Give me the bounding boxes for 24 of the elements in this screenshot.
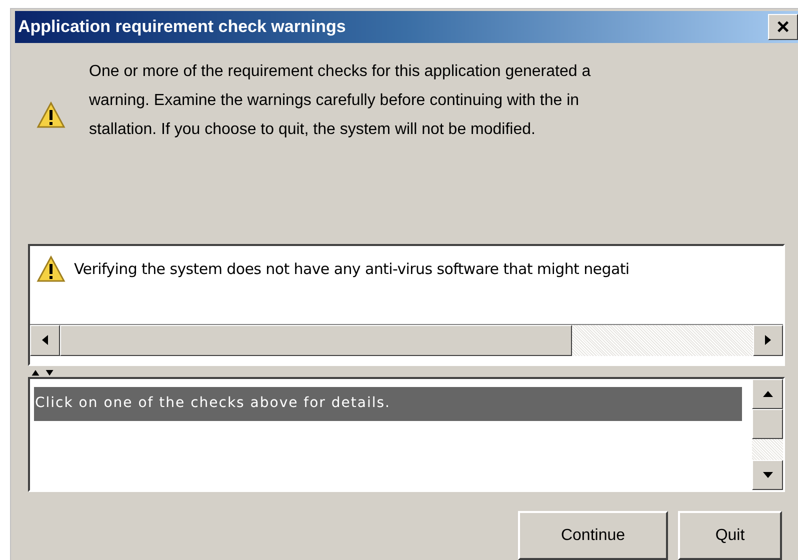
close-button[interactable]: × <box>768 14 798 40</box>
scroll-right-button[interactable] <box>753 324 783 356</box>
message-text: warning. Examine the warnings carefully before continuing with the in <box>89 90 580 111</box>
up-arrow-icon <box>762 390 772 397</box>
right-arrow-icon <box>765 335 771 346</box>
message-text: stallation. If you choose to quit, the system will not be modified. <box>89 120 536 140</box>
continue-button[interactable]: Continue <box>518 511 668 560</box>
vertical-scrollbar[interactable] <box>752 378 783 490</box>
down-arrow-icon <box>762 472 772 478</box>
left-arrow-icon <box>42 335 48 346</box>
splitter-arrows-icon <box>30 370 56 376</box>
check-item[interactable]: Verifying the system does not have any anti-virus software that might negati <box>74 258 630 280</box>
details-text: Click on one of the checks above for details. <box>34 386 742 421</box>
scroll-down-button[interactable] <box>752 460 783 490</box>
warning-icon <box>36 100 66 129</box>
scrollbar-thumb[interactable] <box>752 408 783 439</box>
scroll-left-button[interactable] <box>30 324 60 356</box>
quit-button[interactable]: Quit <box>678 511 782 560</box>
warning-icon <box>36 254 66 283</box>
message-text: One or more of the requirement checks for this application generated a <box>89 62 591 82</box>
horizontal-scrollbar[interactable] <box>30 324 783 356</box>
window-title: Application requirement check warnings <box>17 16 346 38</box>
scroll-up-button[interactable] <box>752 378 783 409</box>
scrollbar-thumb[interactable] <box>60 324 572 356</box>
